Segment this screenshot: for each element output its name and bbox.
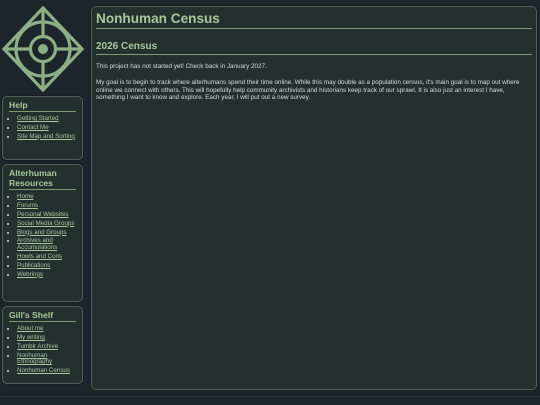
footer-divider (0, 396, 540, 397)
alterhuman-heading: Alterhuman Resources (9, 168, 76, 190)
list-item: Howls and Cons (17, 253, 82, 261)
nav-link-my-writing[interactable]: My writing (17, 334, 45, 341)
list-item: Nonhuman Census (17, 367, 82, 375)
compass-emblem-icon[interactable] (2, 6, 84, 92)
nav-link-forums[interactable]: Forums (17, 202, 38, 209)
nav-link-nonhuman-census[interactable]: Nonhuman Census (17, 367, 70, 374)
nav-link-site-map[interactable]: Site Map and Sorting (17, 133, 75, 140)
list-item: Webrings (17, 271, 82, 279)
shelf-links: About me My writing Tumblr Archive Nonhu… (3, 325, 82, 375)
nav-link-howls-and-cons[interactable]: Howls and Cons (17, 253, 62, 260)
nav-link-home[interactable]: Home (17, 193, 34, 200)
help-heading: Help (9, 100, 76, 112)
nav-link-nonhuman-ethnography[interactable]: Nonhuman Ethnography (17, 352, 52, 366)
list-item: Getting Started (17, 115, 82, 123)
list-item: Personal Websites (17, 211, 82, 219)
list-item: Nonhuman Ethnography (17, 352, 82, 366)
nav-link-about-me[interactable]: About me (17, 325, 43, 332)
list-item: Contact Me (17, 124, 82, 132)
alterhuman-resources-panel: Alterhuman Resources Home Forums Persona… (2, 164, 83, 302)
list-item: Forums (17, 202, 82, 210)
list-item: About me (17, 325, 82, 333)
alterhuman-links: Home Forums Personal Websites Social Med… (3, 193, 82, 279)
nav-link-contact-me[interactable]: Contact Me (17, 124, 49, 131)
nav-link-tumblr-archive[interactable]: Tumblr Archive (17, 343, 58, 350)
nav-link-getting-started[interactable]: Getting Started (17, 115, 59, 122)
description-paragraph: My goal is to begin to track where alter… (96, 79, 520, 102)
list-item: Home (17, 193, 82, 201)
status-paragraph: This project has not started yet! Check … (96, 63, 267, 70)
list-item: My writing (17, 334, 82, 342)
list-item: Site Map and Sorting (17, 133, 82, 141)
nav-link-social-media-groups[interactable]: Social Media Groups (17, 220, 74, 227)
list-item: Publications (17, 262, 82, 270)
help-panel: Help Getting Started Contact Me Site Map… (2, 96, 83, 160)
nav-link-personal-websites[interactable]: Personal Websites (17, 211, 68, 218)
list-item: Tumblr Archive (17, 343, 82, 351)
nav-link-archives[interactable]: Archives and Accumulations (17, 237, 57, 251)
help-links: Getting Started Contact Me Site Map and … (3, 115, 82, 141)
list-item: Social Media Groups (17, 220, 82, 228)
page-title: Nonhuman Census (96, 11, 532, 29)
shelf-heading: Gill's Shelf (9, 310, 76, 322)
gills-shelf-panel: Gill's Shelf About me My writing Tumblr … (2, 306, 83, 384)
list-item: Blogs and Groups (17, 229, 82, 237)
section-title: 2026 Census (96, 40, 532, 55)
main-content: Nonhuman Census 2026 Census This project… (91, 6, 537, 390)
nav-link-blogs-and-groups[interactable]: Blogs and Groups (17, 229, 67, 236)
nav-link-webrings[interactable]: Webrings (17, 271, 43, 278)
list-item: Archives and Accumulations (17, 238, 82, 251)
nav-link-publications[interactable]: Publications (17, 262, 50, 269)
